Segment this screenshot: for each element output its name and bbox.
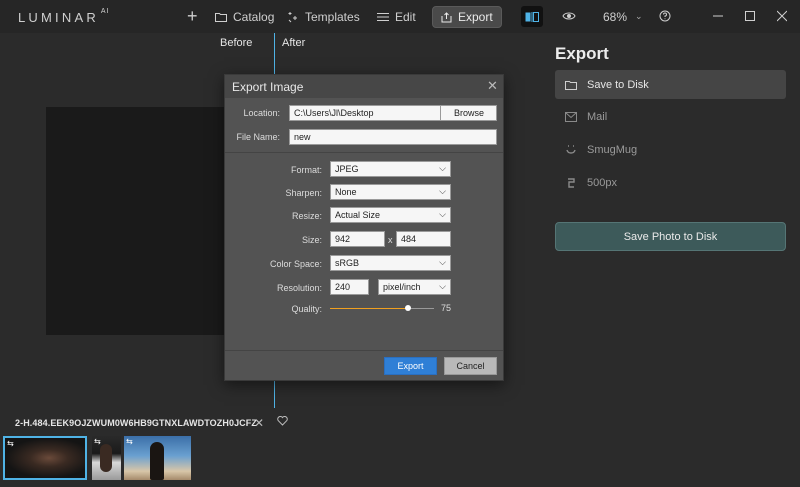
format-label: Format:: [290, 165, 322, 175]
nav-edit[interactable]: Edit: [377, 0, 416, 33]
thumbnail-figure: [150, 442, 164, 480]
format-value: JPEG: [335, 164, 359, 174]
chevron-down-icon: ⌵: [439, 209, 446, 219]
edited-icon: ⇆: [94, 437, 101, 446]
browse-button[interactable]: Browse: [440, 105, 497, 121]
nav-catalog-label: Catalog: [233, 9, 275, 24]
current-filename: 2-H.484.EEK9OJZWUM0W6HB9GTNXLAWDTOZH0JCF…: [15, 418, 257, 428]
edited-icon: ⇆: [126, 437, 133, 446]
eye-icon[interactable]: [562, 10, 576, 22]
after-label: After: [282, 37, 306, 49]
sparkle-icon: [288, 11, 297, 22]
location-value: C:\Users\Jl\Desktop: [294, 108, 374, 118]
export-smugmug-label: SmugMug: [587, 143, 638, 156]
close-icon[interactable]: ✕: [487, 78, 498, 94]
height-value: 484: [401, 234, 417, 244]
width-value: 942: [335, 234, 351, 244]
smugmug-icon: [566, 144, 576, 154]
width-input[interactable]: 942: [330, 231, 385, 247]
filename-input[interactable]: new: [289, 129, 497, 145]
thumbnail[interactable]: ⇆: [92, 436, 121, 480]
before-label: Before: [220, 37, 253, 49]
nav-edit-label: Edit: [395, 9, 416, 24]
compare-toggle[interactable]: [521, 6, 543, 27]
size-separator: x: [388, 235, 393, 245]
close-icon[interactable]: [777, 10, 787, 22]
sharpen-value: None: [335, 187, 357, 197]
chevron-down-icon: ⌄: [635, 11, 643, 21]
thumbnail[interactable]: ⇆: [3, 436, 87, 480]
add-button[interactable]: +: [187, 0, 198, 33]
folder-icon: [215, 12, 227, 22]
quality-label: Quality:: [291, 304, 322, 314]
resize-value: Actual Size: [335, 210, 381, 220]
cancel-button[interactable]: Cancel: [444, 357, 497, 375]
colorspace-label: Color Space:: [269, 259, 322, 269]
colorspace-value: sRGB: [335, 258, 360, 268]
height-input[interactable]: 484: [396, 231, 451, 247]
minimize-icon[interactable]: [713, 10, 723, 22]
export-smugmug[interactable]: SmugMug: [555, 135, 786, 164]
nav-catalog[interactable]: Catalog: [215, 0, 274, 33]
split-view-icon: [525, 11, 539, 22]
filename-label: File Name:: [236, 132, 280, 142]
share-icon: [441, 11, 452, 22]
zoom-value: 68%: [603, 9, 628, 24]
sharpen-select[interactable]: None ⌵: [330, 184, 451, 200]
export-mail-label: Mail: [587, 110, 608, 123]
sharpen-label: Sharpen:: [285, 188, 322, 198]
resolution-input[interactable]: 240: [330, 279, 369, 295]
export-mail[interactable]: Mail: [555, 102, 786, 131]
edited-icon: ⇆: [7, 439, 14, 448]
export-save-to-disk[interactable]: Save to Disk: [555, 70, 786, 99]
help-icon[interactable]: [659, 10, 671, 22]
resize-select[interactable]: Actual Size ⌵: [330, 207, 451, 223]
top-bar: LUMINAR AI + Catalog Templates Edit Expor…: [0, 0, 800, 33]
format-select[interactable]: JPEG ⌵: [330, 161, 451, 177]
export-button[interactable]: Export: [384, 357, 437, 375]
quality-value: 75: [441, 303, 452, 313]
resolution-unit-select[interactable]: pixel/inch ⌵: [378, 279, 451, 295]
chevron-down-icon: ⌵: [439, 257, 446, 267]
close-icon[interactable]: ✕: [254, 416, 264, 430]
size-label: Size:: [301, 235, 322, 245]
500px-icon: [568, 177, 575, 188]
dialog-divider: [225, 152, 503, 153]
thumbnail-figure: [100, 444, 112, 472]
chevron-down-icon: ⌵: [439, 163, 446, 173]
export-500px[interactable]: 500px: [555, 168, 786, 197]
quality-slider[interactable]: [330, 305, 434, 311]
colorspace-select[interactable]: sRGB ⌵: [330, 255, 451, 271]
save-photo-button[interactable]: Save Photo to Disk: [555, 222, 786, 251]
chevron-down-icon: ⌵: [439, 186, 446, 196]
resolution-unit-value: pixel/inch: [383, 282, 421, 292]
filename-value: new: [294, 132, 311, 142]
sliders-icon: [377, 12, 389, 21]
zoom-dropdown[interactable]: 68% ⌄: [603, 0, 643, 33]
location-label: Location:: [243, 108, 280, 118]
mail-icon: [565, 111, 577, 122]
nav-templates-label: Templates: [305, 9, 360, 24]
heart-icon[interactable]: [277, 416, 288, 426]
nav-export-label: Export: [458, 10, 493, 24]
dialog-divider: [225, 350, 503, 351]
folder-icon: [565, 80, 577, 90]
chevron-down-icon: ⌵: [439, 281, 446, 291]
dialog-title: Export Image: [225, 75, 503, 98]
nav-templates[interactable]: Templates: [287, 0, 360, 33]
nav-export[interactable]: Export: [432, 6, 502, 28]
resolution-label: Resolution:: [276, 283, 322, 293]
quality-slider-handle[interactable]: [405, 305, 411, 311]
panel-title: Export: [555, 44, 609, 63]
export-save-to-disk-label: Save to Disk: [587, 78, 649, 91]
quality-slider-fill: [330, 308, 408, 309]
resize-label: Resize:: [291, 211, 322, 221]
thumbnail[interactable]: ⇆: [124, 436, 191, 480]
resolution-value: 240: [335, 282, 351, 292]
export-500px-label: 500px: [587, 176, 617, 189]
maximize-icon[interactable]: [745, 10, 755, 22]
app-logo: LUMINAR AI: [18, 7, 110, 25]
